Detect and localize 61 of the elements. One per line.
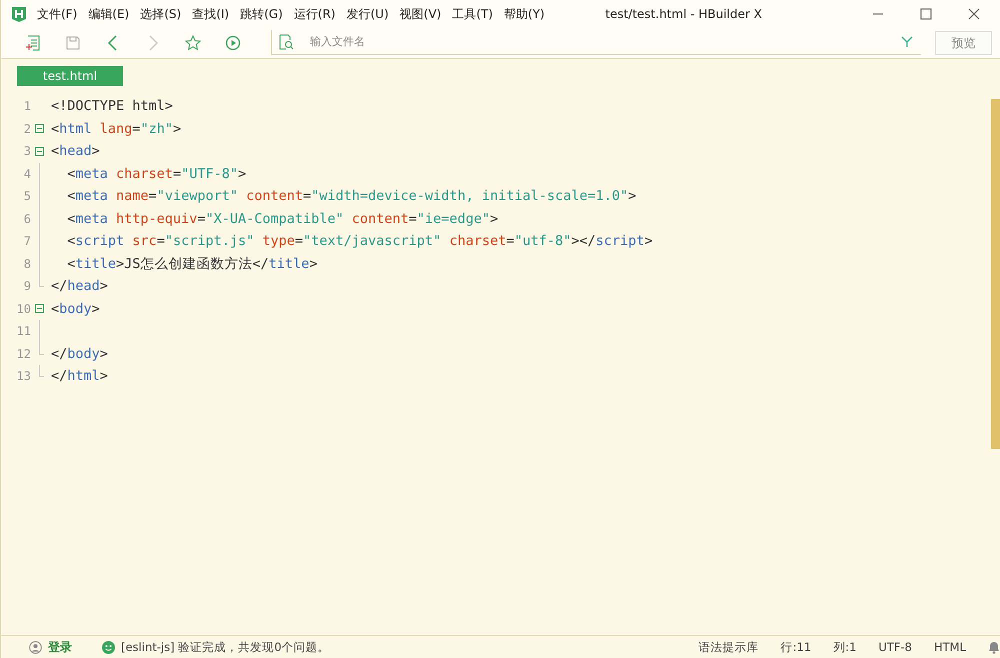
line-number: 3 bbox=[22, 144, 31, 158]
code-line: <script src="script.js" type="text/javascript" charset="utf-8"></script> bbox=[66, 233, 653, 250]
fold-toggle-icon[interactable] bbox=[35, 124, 44, 134]
menu-item[interactable]: 编辑(E) bbox=[88, 6, 130, 22]
code-line: <meta charset="UTF-8"> bbox=[66, 166, 246, 182]
file-search-field[interactable]: 输入文件名 bbox=[271, 30, 921, 55]
code-line: <html lang="zh"> bbox=[51, 120, 182, 137]
code-line: <!DOCTYPE html> bbox=[51, 98, 173, 114]
line-number: 10 bbox=[16, 302, 31, 316]
menu-item[interactable]: 工具(T) bbox=[452, 6, 493, 22]
maximize-icon[interactable] bbox=[920, 8, 932, 20]
code-line: <meta name="viewport" content="width=device-width, initial-scale=1.0"> bbox=[66, 188, 636, 204]
status-item[interactable]: 列:1 bbox=[833, 640, 856, 654]
line-number: 9 bbox=[22, 279, 31, 294]
code-line: </body> bbox=[51, 346, 108, 362]
login-link[interactable]: 登录 bbox=[48, 638, 72, 656]
code-line: <meta http-equiv="X-UA-Compatible" content="ie=edge"> bbox=[66, 210, 498, 227]
line-number: 2 bbox=[22, 122, 31, 136]
status-item[interactable]: 语法提示库 bbox=[698, 640, 759, 654]
line-number: 7 bbox=[22, 234, 31, 248]
code-line: <head> bbox=[51, 143, 100, 160]
line-number: 1 bbox=[22, 99, 31, 114]
line-number: 13 bbox=[16, 369, 31, 384]
line-number: 6 bbox=[22, 212, 31, 226]
app-logo-icon bbox=[11, 6, 27, 22]
file-search-input[interactable]: 输入文件名 bbox=[308, 35, 901, 49]
code-line: <title>JS怎么创建函数方法</title> bbox=[66, 254, 318, 273]
bell-icon[interactable] bbox=[988, 640, 1000, 654]
menu-item[interactable]: 发行(U) bbox=[346, 6, 389, 22]
star-icon[interactable] bbox=[185, 35, 201, 51]
lint-message: [eslint-js] 验证完成，共发现0个问题。 bbox=[121, 640, 330, 654]
menu-item[interactable]: 文件(F) bbox=[37, 6, 78, 22]
save-icon[interactable] bbox=[65, 35, 81, 51]
window-title: test/test.html - HBuilder X bbox=[605, 7, 762, 21]
fold-toggle-icon[interactable] bbox=[35, 146, 44, 156]
line-number: 4 bbox=[22, 166, 31, 181]
file-search-icon bbox=[278, 34, 294, 50]
scrollbar-thumb[interactable] bbox=[991, 99, 1000, 449]
filter-icon[interactable] bbox=[901, 36, 913, 48]
smiley-icon bbox=[102, 640, 115, 654]
status-item[interactable]: UTF-8 bbox=[878, 640, 912, 654]
menu-item[interactable]: 帮助(Y) bbox=[504, 6, 545, 22]
close-icon[interactable] bbox=[968, 8, 980, 20]
code-line: </head> bbox=[51, 278, 108, 294]
menu-item[interactable]: 查找(I) bbox=[192, 6, 230, 22]
run-icon[interactable] bbox=[225, 35, 241, 51]
line-number: 12 bbox=[16, 346, 31, 361]
new-file-icon[interactable] bbox=[25, 35, 41, 51]
code-line: <body> bbox=[51, 300, 100, 317]
line-number: 5 bbox=[22, 189, 31, 204]
menu-item[interactable]: 选择(S) bbox=[140, 6, 182, 22]
status-item[interactable]: 行:11 bbox=[780, 640, 812, 654]
menu-item[interactable]: 跳转(G) bbox=[240, 6, 283, 22]
code-line: </html> bbox=[51, 368, 108, 384]
menu-item[interactable]: 运行(R) bbox=[294, 6, 336, 22]
user-icon bbox=[29, 640, 42, 654]
line-number: 11 bbox=[16, 324, 31, 338]
line-number: 8 bbox=[22, 256, 31, 271]
menu-item[interactable]: 视图(V) bbox=[400, 6, 442, 22]
fold-toggle-icon[interactable] bbox=[35, 304, 44, 314]
status-item[interactable]: HTML bbox=[934, 640, 966, 654]
